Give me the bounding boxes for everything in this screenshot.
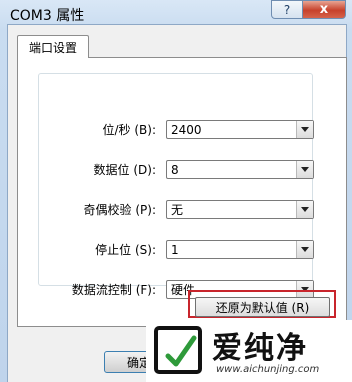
baud-rate-label: 位/秒 (B):: [102, 123, 157, 137]
baud-rate-select[interactable]: 2400: [166, 120, 314, 139]
tab-port-settings[interactable]: 端口设置: [17, 35, 89, 58]
tab-panel: 位/秒 (B): 2400 数据位 (D): 8 奇偶校验 (P): 无 停止位…: [17, 57, 347, 327]
close-icon: x: [319, 2, 329, 17]
restore-defaults-button[interactable]: 还原为默认值 (R): [195, 297, 330, 317]
window-frame: COM3 属性 ? x 端口设置 位/秒 (B): 2400 数据位 (D): …: [0, 0, 352, 382]
chevron-down-icon[interactable]: [296, 121, 313, 138]
parity-label: 奇偶校验 (P):: [83, 203, 156, 217]
baud-rate-value: 2400: [171, 122, 202, 137]
watermark-logo-icon: [154, 326, 202, 374]
stop-bits-value: 1: [171, 242, 179, 257]
help-button[interactable]: ?: [271, 0, 303, 19]
stop-bits-select[interactable]: 1: [166, 240, 314, 259]
data-bits-select[interactable]: 8: [166, 160, 314, 179]
watermark: 爱纯净 www.aichunjing.com: [146, 320, 352, 382]
help-icon: ?: [283, 2, 291, 17]
chevron-down-icon[interactable]: [296, 241, 313, 258]
settings-group: 位/秒 (B): 2400 数据位 (D): 8 奇偶校验 (P): 无 停止位…: [38, 73, 314, 299]
data-bits-label: 数据位 (D):: [93, 163, 156, 177]
flow-control-label: 数据流控制 (F):: [71, 283, 156, 297]
watermark-url: www.aichunjing.com: [216, 364, 320, 375]
parity-value: 无: [171, 203, 184, 217]
stop-bits-label: 停止位 (S):: [95, 243, 156, 257]
window-title: COM3 属性: [10, 8, 85, 24]
parity-select[interactable]: 无: [166, 200, 314, 219]
watermark-text: 爱纯净: [212, 331, 308, 366]
close-button[interactable]: x: [302, 0, 346, 19]
chevron-down-icon[interactable]: [296, 201, 313, 218]
data-bits-value: 8: [171, 162, 179, 177]
chevron-down-icon[interactable]: [296, 161, 313, 178]
